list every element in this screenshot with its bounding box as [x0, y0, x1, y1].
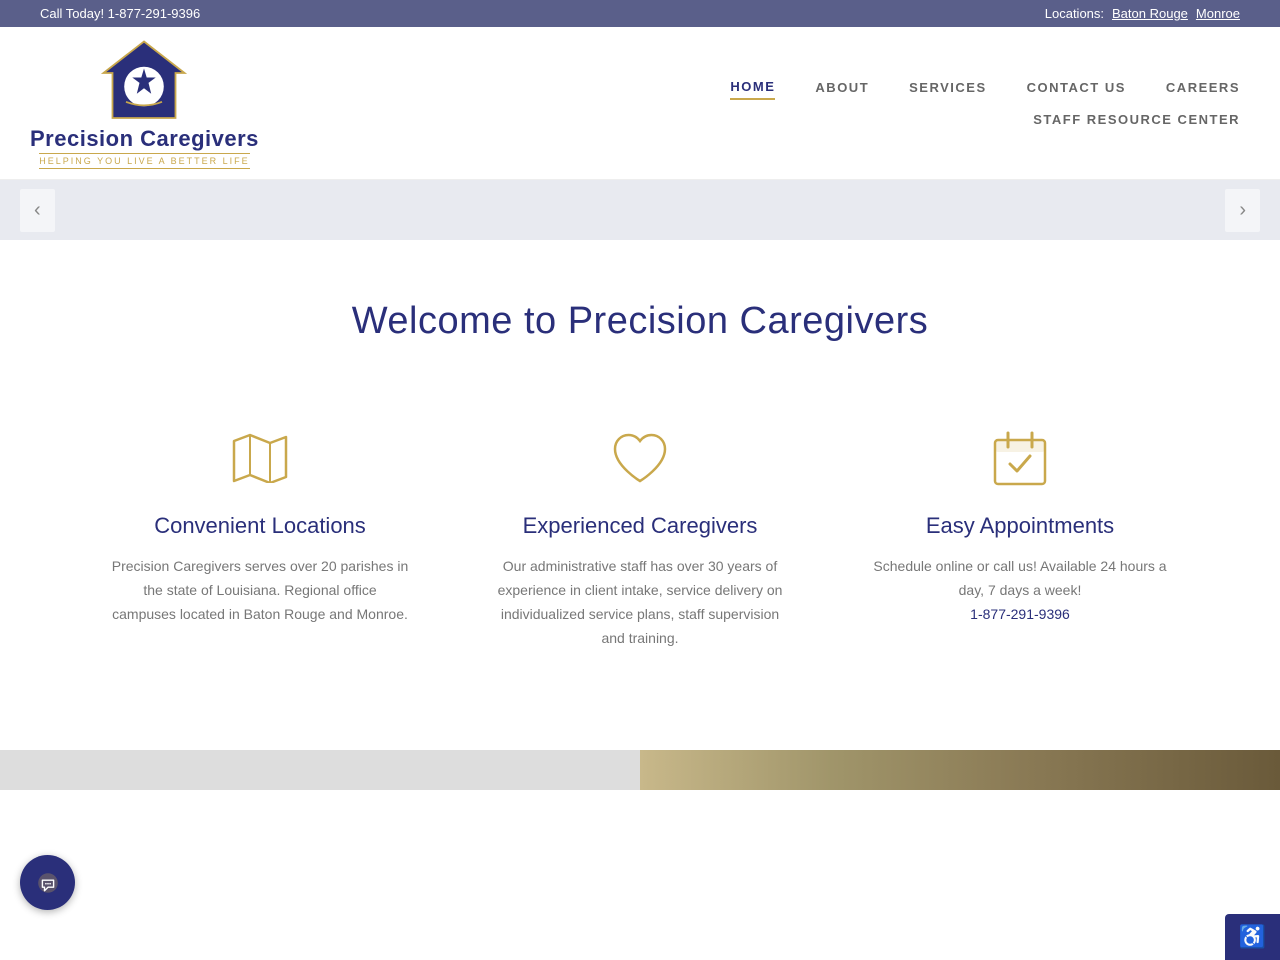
welcome-section: Welcome to Precision Caregivers [0, 240, 1280, 363]
feature-appointments-title: Easy Appointments [926, 513, 1114, 539]
feature-caregivers: Experienced Caregivers Our administrativ… [450, 403, 830, 670]
locations-label: Locations: [1045, 6, 1104, 21]
feature-locations: Convenient Locations Precision Caregiver… [70, 403, 450, 670]
nav-staff-resource[interactable]: STAFF RESOURCE CENTER [1033, 108, 1240, 131]
welcome-title: Welcome to Precision Caregivers [40, 300, 1240, 343]
bottom-image [640, 750, 1280, 790]
feature-locations-title: Convenient Locations [154, 513, 366, 539]
location-baton-rouge[interactable]: Baton Rouge [1112, 6, 1188, 21]
nav-top-row: HOME ABOUT SERVICES CONTACT US CAREERS [730, 75, 1240, 100]
logo-text: Precision Caregivers [30, 127, 259, 151]
logo-area[interactable]: Precision Caregivers Helping You Live A … [30, 37, 259, 169]
nav-careers[interactable]: CAREERS [1166, 76, 1240, 99]
nav-home[interactable]: HOME [730, 75, 775, 100]
accessibility-button[interactable]: ♿ [1225, 914, 1280, 960]
calendar-check-icon [985, 423, 1055, 493]
feature-caregivers-title: Experienced Caregivers [523, 513, 758, 539]
nav-bottom-row: STAFF RESOURCE CENTER [1033, 108, 1240, 131]
call-label: Call Today! 1-877-291-9396 [40, 6, 200, 21]
heart-icon [605, 423, 675, 493]
appointments-phone[interactable]: 1-877-291-9396 [970, 606, 1070, 622]
top-bar: Call Today! 1-877-291-9396 Locations: Ba… [0, 0, 1280, 27]
hero-slider: ‹ › [0, 180, 1280, 240]
slider-prev-button[interactable]: ‹ [20, 189, 55, 232]
nav-contact[interactable]: CONTACT US [1027, 76, 1126, 99]
logo-icon [99, 37, 189, 127]
feature-caregivers-desc: Our administrative staff has over 30 yea… [490, 555, 790, 650]
appointments-desc-text: Schedule online or call us! Available 24… [873, 558, 1166, 598]
chat-button[interactable] [20, 855, 75, 910]
slider-next-button[interactable]: › [1225, 189, 1260, 232]
locations-area: Locations: Baton Rouge Monroe [1045, 6, 1240, 21]
location-monroe[interactable]: Monroe [1196, 6, 1240, 21]
feature-appointments: Easy Appointments Schedule online or cal… [830, 403, 1210, 670]
feature-locations-desc: Precision Caregivers serves over 20 pari… [110, 555, 410, 626]
main-nav: HOME ABOUT SERVICES CONTACT US CAREERS S… [730, 75, 1240, 131]
logo-tagline: Helping You Live A Better Life [39, 153, 249, 169]
chat-icon [34, 869, 62, 897]
nav-about[interactable]: ABOUT [815, 76, 869, 99]
bottom-image-strip [0, 750, 1280, 790]
features-row: Convenient Locations Precision Caregiver… [0, 363, 1280, 730]
header: Precision Caregivers Helping You Live A … [0, 27, 1280, 180]
nav-services[interactable]: SERVICES [909, 76, 987, 99]
feature-appointments-desc: Schedule online or call us! Available 24… [870, 555, 1170, 626]
map-icon [225, 423, 295, 493]
